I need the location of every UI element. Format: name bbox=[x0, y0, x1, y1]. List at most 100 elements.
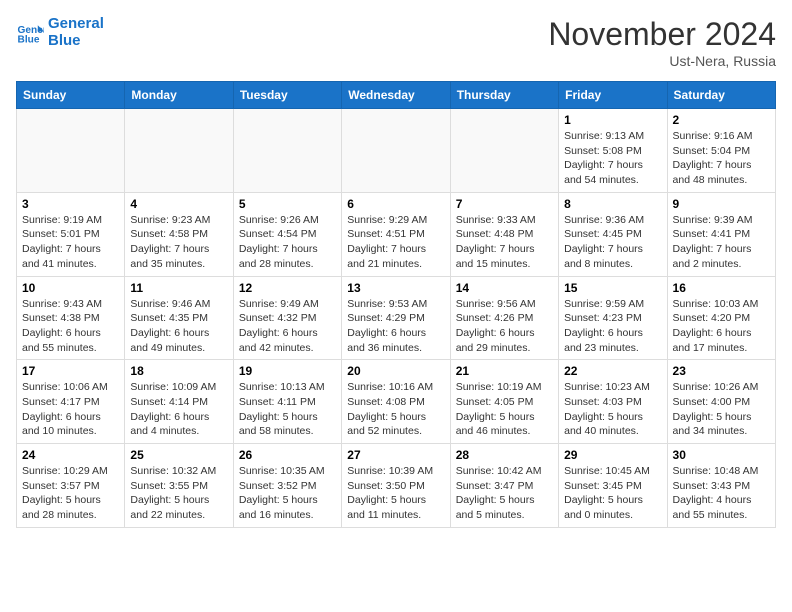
location-subtitle: Ust-Nera, Russia bbox=[548, 53, 776, 69]
day-info: Sunrise: 10:35 AM Sunset: 3:52 PM Daylig… bbox=[239, 464, 336, 523]
day-info: Sunrise: 9:36 AM Sunset: 4:45 PM Dayligh… bbox=[564, 213, 661, 272]
day-number: 18 bbox=[130, 364, 227, 378]
calendar-cell: 2 Sunrise: 9:16 AM Sunset: 5:04 PM Daylig… bbox=[667, 109, 775, 193]
calendar-cell bbox=[450, 109, 558, 193]
calendar-cell: 27Sunrise: 10:39 AM Sunset: 3:50 PM Dayl… bbox=[342, 444, 450, 528]
day-info: Sunrise: 9:56 AM Sunset: 4:26 PM Dayligh… bbox=[456, 297, 553, 356]
day-number: 25 bbox=[130, 448, 227, 462]
day-info: Sunrise: 10:16 AM Sunset: 4:08 PM Daylig… bbox=[347, 380, 444, 439]
calendar-cell: 29 Sunrise: 10:45 AM Sunset: 3:45 PM Dayl… bbox=[559, 444, 667, 528]
calendar-cell: 3Sunrise: 9:19 AM Sunset: 5:01 PM Daylig… bbox=[17, 192, 125, 276]
day-number: 12 bbox=[239, 281, 336, 295]
day-number: 15 bbox=[564, 281, 661, 295]
day-number: 22 bbox=[564, 364, 661, 378]
day-number: 20 bbox=[347, 364, 444, 378]
day-info: Sunrise: 10:19 AM Sunset: 4:05 PM Daylig… bbox=[456, 380, 553, 439]
calendar-cell: 23 Sunrise: 10:26 AM Sunset: 4:00 PM Dayl… bbox=[667, 360, 775, 444]
calendar-cell: 10 Sunrise: 9:43 AM Sunset: 4:38 PM Dayli… bbox=[17, 276, 125, 360]
calendar-cell: 12 Sunrise: 9:49 AM Sunset: 4:32 PM Dayli… bbox=[233, 276, 341, 360]
calendar-cell: 13 Sunrise: 9:53 AM Sunset: 4:29 PM Dayli… bbox=[342, 276, 450, 360]
day-number: 24 bbox=[22, 448, 119, 462]
logo-line1: General bbox=[48, 16, 104, 33]
calendar-header: SundayMondayTuesdayWednesdayThursdayFrid… bbox=[17, 82, 776, 109]
calendar-cell bbox=[342, 109, 450, 193]
day-number: 3 bbox=[22, 197, 119, 211]
day-number: 17 bbox=[22, 364, 119, 378]
day-number: 28 bbox=[456, 448, 553, 462]
day-number: 10 bbox=[22, 281, 119, 295]
day-info: Sunrise: 10:29 AM Sunset: 3:57 PM Daylig… bbox=[22, 464, 119, 523]
calendar-cell: 16 Sunrise: 10:03 AM Sunset: 4:20 PM Dayl… bbox=[667, 276, 775, 360]
day-number: 13 bbox=[347, 281, 444, 295]
day-number: 8 bbox=[564, 197, 661, 211]
svg-text:Blue: Blue bbox=[18, 34, 40, 45]
day-info: Sunrise: 10:26 AM Sunset: 4:00 PM Daylig… bbox=[673, 380, 770, 439]
weekday-header-tuesday: Tuesday bbox=[233, 82, 341, 109]
day-number: 16 bbox=[673, 281, 770, 295]
calendar-cell: 22Sunrise: 10:23 AM Sunset: 4:03 PM Dayl… bbox=[559, 360, 667, 444]
day-number: 14 bbox=[456, 281, 553, 295]
day-info: Sunrise: 10:45 AM Sunset: 3:45 PM Daylig… bbox=[564, 464, 661, 523]
calendar-cell: 9 Sunrise: 9:39 AM Sunset: 4:41 PM Daylig… bbox=[667, 192, 775, 276]
calendar-cell: 30 Sunrise: 10:48 AM Sunset: 3:43 PM Dayl… bbox=[667, 444, 775, 528]
day-number: 1 bbox=[564, 113, 661, 127]
day-info: Sunrise: 9:13 AM Sunset: 5:08 PM Dayligh… bbox=[564, 129, 661, 188]
logo: General Blue General Blue bbox=[16, 16, 104, 49]
calendar-cell: 26Sunrise: 10:35 AM Sunset: 3:52 PM Dayl… bbox=[233, 444, 341, 528]
day-info: Sunrise: 9:46 AM Sunset: 4:35 PM Dayligh… bbox=[130, 297, 227, 356]
calendar-cell bbox=[233, 109, 341, 193]
day-info: Sunrise: 9:49 AM Sunset: 4:32 PM Dayligh… bbox=[239, 297, 336, 356]
logo-line2: Blue bbox=[48, 33, 104, 50]
page-header: General Blue General Blue November 2024 … bbox=[16, 16, 776, 69]
day-number: 5 bbox=[239, 197, 336, 211]
calendar-table: SundayMondayTuesdayWednesdayThursdayFrid… bbox=[16, 81, 776, 528]
calendar-cell: 28 Sunrise: 10:42 AM Sunset: 3:47 PM Dayl… bbox=[450, 444, 558, 528]
calendar-cell: 20 Sunrise: 10:16 AM Sunset: 4:08 PM Dayl… bbox=[342, 360, 450, 444]
day-info: Sunrise: 9:39 AM Sunset: 4:41 PM Dayligh… bbox=[673, 213, 770, 272]
day-info: Sunrise: 10:06 AM Sunset: 4:17 PM Daylig… bbox=[22, 380, 119, 439]
day-info: Sunrise: 10:03 AM Sunset: 4:20 PM Daylig… bbox=[673, 297, 770, 356]
day-number: 2 bbox=[673, 113, 770, 127]
weekday-header-wednesday: Wednesday bbox=[342, 82, 450, 109]
calendar-cell: 24 Sunrise: 10:29 AM Sunset: 3:57 PM Dayl… bbox=[17, 444, 125, 528]
day-info: Sunrise: 10:48 AM Sunset: 3:43 PM Daylig… bbox=[673, 464, 770, 523]
day-info: Sunrise: 9:43 AM Sunset: 4:38 PM Dayligh… bbox=[22, 297, 119, 356]
day-info: Sunrise: 10:13 AM Sunset: 4:11 PM Daylig… bbox=[239, 380, 336, 439]
calendar-cell: 18 Sunrise: 10:09 AM Sunset: 4:14 PM Dayl… bbox=[125, 360, 233, 444]
day-number: 4 bbox=[130, 197, 227, 211]
weekday-header-monday: Monday bbox=[125, 82, 233, 109]
day-number: 23 bbox=[673, 364, 770, 378]
calendar-cell: 4 Sunrise: 9:23 AM Sunset: 4:58 PM Daylig… bbox=[125, 192, 233, 276]
logo-icon: General Blue bbox=[16, 19, 44, 47]
day-info: Sunrise: 9:53 AM Sunset: 4:29 PM Dayligh… bbox=[347, 297, 444, 356]
weekday-header-sunday: Sunday bbox=[17, 82, 125, 109]
calendar-cell: 14 Sunrise: 9:56 AM Sunset: 4:26 PM Dayli… bbox=[450, 276, 558, 360]
day-info: Sunrise: 10:39 AM Sunset: 3:50 PM Daylig… bbox=[347, 464, 444, 523]
day-info: Sunrise: 10:09 AM Sunset: 4:14 PM Daylig… bbox=[130, 380, 227, 439]
day-info: Sunrise: 9:59 AM Sunset: 4:23 PM Dayligh… bbox=[564, 297, 661, 356]
calendar-cell: 17 Sunrise: 10:06 AM Sunset: 4:17 PM Dayl… bbox=[17, 360, 125, 444]
day-number: 11 bbox=[130, 281, 227, 295]
calendar-cell: 19 Sunrise: 10:13 AM Sunset: 4:11 PM Dayl… bbox=[233, 360, 341, 444]
calendar-cell: 21Sunrise: 10:19 AM Sunset: 4:05 PM Dayl… bbox=[450, 360, 558, 444]
day-number: 29 bbox=[564, 448, 661, 462]
day-info: Sunrise: 10:42 AM Sunset: 3:47 PM Daylig… bbox=[456, 464, 553, 523]
day-number: 6 bbox=[347, 197, 444, 211]
weekday-header-thursday: Thursday bbox=[450, 82, 558, 109]
day-info: Sunrise: 9:29 AM Sunset: 4:51 PM Dayligh… bbox=[347, 213, 444, 272]
calendar-week-1: 3Sunrise: 9:19 AM Sunset: 5:01 PM Daylig… bbox=[17, 192, 776, 276]
title-block: November 2024 Ust-Nera, Russia bbox=[548, 16, 776, 69]
calendar-week-0: 1 Sunrise: 9:13 AM Sunset: 5:08 PM Daylig… bbox=[17, 109, 776, 193]
calendar-cell: 6 Sunrise: 9:29 AM Sunset: 4:51 PM Daylig… bbox=[342, 192, 450, 276]
day-info: Sunrise: 9:26 AM Sunset: 4:54 PM Dayligh… bbox=[239, 213, 336, 272]
day-info: Sunrise: 9:16 AM Sunset: 5:04 PM Dayligh… bbox=[673, 129, 770, 188]
day-info: Sunrise: 9:33 AM Sunset: 4:48 PM Dayligh… bbox=[456, 213, 553, 272]
day-number: 19 bbox=[239, 364, 336, 378]
calendar-cell: 11 Sunrise: 9:46 AM Sunset: 4:35 PM Dayli… bbox=[125, 276, 233, 360]
weekday-header-friday: Friday bbox=[559, 82, 667, 109]
day-number: 30 bbox=[673, 448, 770, 462]
day-number: 9 bbox=[673, 197, 770, 211]
day-info: Sunrise: 9:23 AM Sunset: 4:58 PM Dayligh… bbox=[130, 213, 227, 272]
calendar-cell: 1 Sunrise: 9:13 AM Sunset: 5:08 PM Daylig… bbox=[559, 109, 667, 193]
calendar-cell: 15 Sunrise: 9:59 AM Sunset: 4:23 PM Dayli… bbox=[559, 276, 667, 360]
